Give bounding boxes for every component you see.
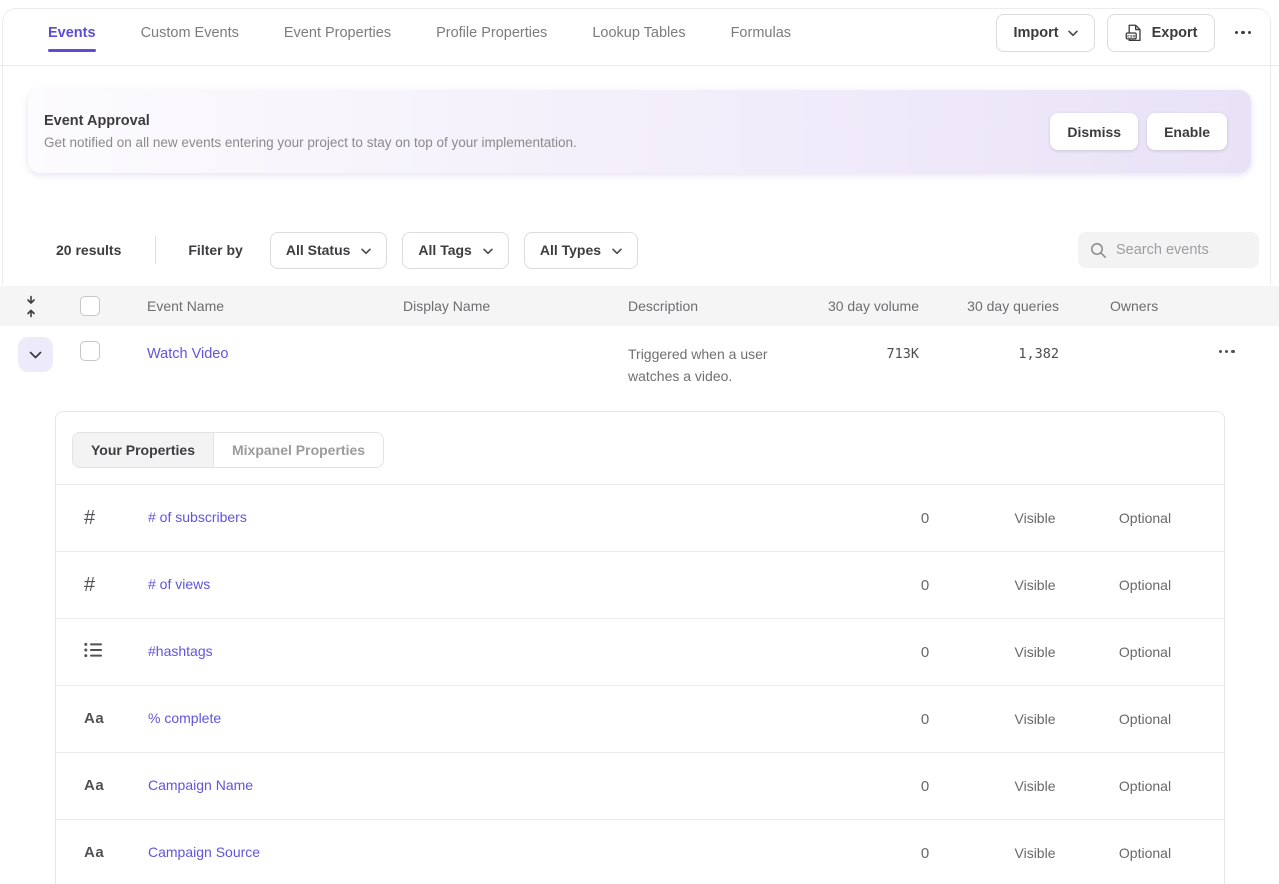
column-header-volume: 30 day volume (818, 298, 935, 314)
property-value: 0 (870, 711, 980, 728)
tab-lookup-tables[interactable]: Lookup Tables (592, 3, 685, 63)
property-name-link[interactable]: # of views (148, 576, 210, 592)
list-type-icon (84, 642, 102, 658)
search-icon (1090, 242, 1107, 259)
banner-description: Get notified on all new events entering … (44, 135, 577, 150)
number-type-icon: # (84, 574, 95, 596)
volume-cell: 713K (818, 346, 935, 362)
import-button-label: Import (1013, 25, 1058, 41)
column-header-description: Description (628, 298, 818, 314)
property-value: 0 (870, 510, 980, 527)
row-more-options-button[interactable] (1219, 350, 1235, 353)
property-visibility: Visible (980, 510, 1090, 526)
chevron-down-icon (1068, 25, 1078, 41)
divider (155, 236, 156, 264)
property-visibility: Visible (980, 711, 1090, 727)
property-requirement: Optional (1090, 711, 1200, 727)
property-value: 0 (870, 845, 980, 862)
chevron-down-icon (483, 242, 493, 258)
property-name-link[interactable]: #hashtags (148, 643, 213, 659)
property-row: Aa Campaign Source 0 Visible Optional (56, 820, 1224, 884)
event-name-link[interactable]: Watch Video (147, 346, 228, 362)
tags-filter-dropdown[interactable]: All Tags (402, 232, 508, 269)
tab-events[interactable]: Events (48, 3, 96, 63)
nav-tabs: Events Custom Events Event Properties Pr… (48, 3, 791, 63)
property-requirement: Optional (1090, 510, 1200, 526)
properties-tab-switcher: Your Properties Mixpanel Properties (72, 432, 384, 468)
collapse-all-icon (24, 295, 38, 318)
property-row: Aa % complete 0 Visible Optional (56, 686, 1224, 753)
chevron-down-icon (612, 242, 622, 258)
property-value: 0 (870, 577, 980, 594)
enable-button[interactable]: Enable (1147, 113, 1227, 150)
property-visibility: Visible (980, 644, 1090, 660)
banner-title: Event Approval (44, 113, 577, 129)
property-visibility: Visible (980, 845, 1090, 861)
tab-custom-events[interactable]: Custom Events (141, 3, 239, 63)
number-type-icon: # (84, 507, 95, 529)
tab-event-properties[interactable]: Event Properties (284, 3, 391, 63)
search-box (1078, 232, 1259, 268)
import-button[interactable]: Import (996, 14, 1094, 52)
collapse-row-button[interactable] (18, 337, 53, 372)
description-cell: Triggered when a user watches a video. (628, 344, 818, 387)
column-header-queries: 30 day queries (935, 298, 1075, 314)
more-options-button[interactable] (1227, 25, 1260, 41)
property-value: 0 (870, 644, 980, 661)
csv-file-icon: csv (1124, 23, 1143, 43)
chevron-down-icon (361, 242, 371, 258)
ellipsis-icon (1219, 350, 1222, 353)
export-button[interactable]: csv Export (1107, 14, 1215, 52)
property-row: Aa Campaign Name 0 Visible Optional (56, 753, 1224, 820)
types-filter-dropdown[interactable]: All Types (524, 232, 638, 269)
column-header-event-name: Event Name (120, 298, 403, 314)
column-header-display-name: Display Name (403, 298, 628, 314)
status-filter-dropdown[interactable]: All Status (270, 232, 388, 269)
select-all-checkbox[interactable] (80, 296, 100, 316)
property-visibility: Visible (980, 577, 1090, 593)
tab-your-properties[interactable]: Your Properties (73, 433, 213, 467)
event-approval-banner: Event Approval Get notified on all new e… (28, 90, 1251, 173)
dismiss-button[interactable]: Dismiss (1050, 113, 1138, 150)
column-header-owners: Owners (1075, 298, 1185, 314)
property-requirement: Optional (1090, 644, 1200, 660)
tab-formulas[interactable]: Formulas (731, 3, 791, 63)
property-value: 0 (870, 778, 980, 795)
results-count: 20 results (56, 242, 121, 258)
property-requirement: Optional (1090, 577, 1200, 593)
property-row: #hashtags 0 Visible Optional (56, 619, 1224, 686)
search-input[interactable] (1116, 242, 1246, 258)
property-visibility: Visible (980, 778, 1090, 794)
export-button-label: Export (1152, 25, 1198, 41)
ellipsis-icon (1235, 31, 1239, 35)
table-header-row: Event Name Display Name Description 30 d… (0, 286, 1279, 326)
property-requirement: Optional (1090, 845, 1200, 861)
top-navigation-bar: Events Custom Events Event Properties Pr… (0, 0, 1279, 66)
event-properties-panel: Your Properties Mixpanel Properties # # … (55, 411, 1225, 884)
table-row: Watch Video Triggered when a user watche… (0, 326, 1279, 411)
filter-by-label: Filter by (188, 242, 242, 258)
collapse-all-button[interactable] (24, 295, 38, 318)
text-type-icon: Aa (84, 844, 104, 861)
svg-text:csv: csv (1127, 34, 1136, 39)
property-name-link[interactable]: % complete (148, 710, 221, 726)
chevron-down-icon (29, 351, 42, 359)
row-checkbox[interactable] (80, 341, 100, 361)
property-row: # # of views 0 Visible Optional (56, 552, 1224, 619)
property-row: # # of subscribers 0 Visible Optional (56, 485, 1224, 552)
property-name-link[interactable]: Campaign Source (148, 844, 260, 860)
tab-mixpanel-properties[interactable]: Mixpanel Properties (213, 433, 383, 467)
property-name-link[interactable]: Campaign Name (148, 777, 253, 793)
filter-toolbar: 20 results Filter by All Status All Tags… (0, 231, 1279, 269)
tab-profile-properties[interactable]: Profile Properties (436, 3, 547, 63)
text-type-icon: Aa (84, 710, 104, 727)
property-requirement: Optional (1090, 778, 1200, 794)
queries-cell: 1,382 (935, 346, 1075, 362)
property-name-link[interactable]: # of subscribers (148, 509, 247, 525)
text-type-icon: Aa (84, 777, 104, 794)
